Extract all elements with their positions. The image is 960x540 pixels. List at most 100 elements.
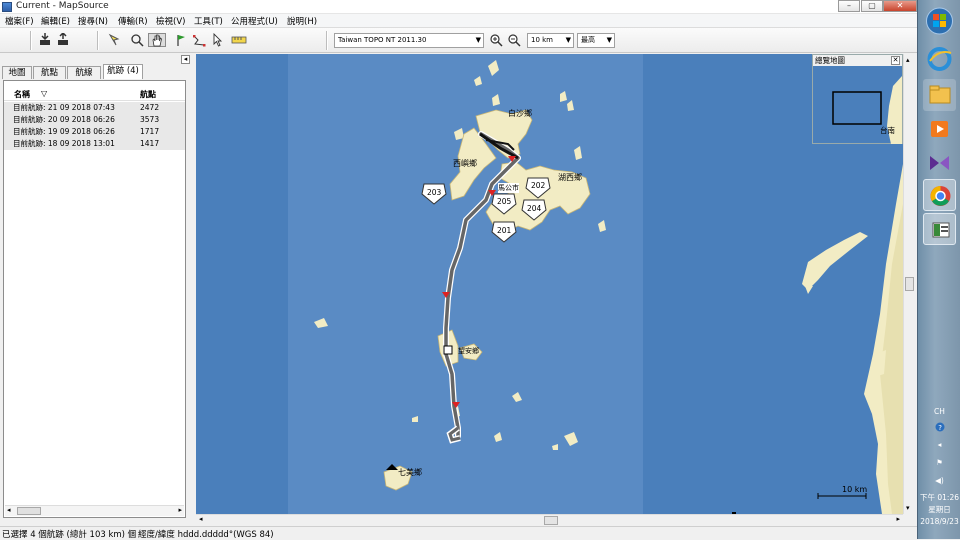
- selection-tool-icon[interactable]: [106, 33, 122, 47]
- list-header: 名稱 ▽ 航點: [4, 89, 185, 101]
- route-tool-icon[interactable]: [191, 33, 207, 47]
- file-explorer-icon[interactable]: [923, 79, 956, 111]
- menu-tools[interactable]: 工具(T): [194, 15, 223, 27]
- table-row[interactable]: 目前航跡: 21 09 2018 07:43 2472: [4, 102, 185, 114]
- volume-icon[interactable]: ◀): [918, 476, 960, 485]
- map-label-xiyu: 西嶼鄉: [453, 159, 477, 168]
- list-horizontal-scrollbar[interactable]: ◂ ▸: [5, 505, 184, 516]
- track-points: 2472: [140, 103, 160, 112]
- svg-text:?: ?: [938, 424, 942, 432]
- zoom-tool-icon[interactable]: [129, 33, 145, 47]
- table-row[interactable]: 目前航跡: 19 09 2018 06:26 1717: [4, 126, 185, 138]
- tab-routes[interactable]: 航線: [67, 66, 101, 79]
- clock-time[interactable]: 下午 01:26: [918, 492, 960, 503]
- toolbar-separator: [30, 31, 32, 50]
- toolbar-separator: [97, 31, 99, 50]
- toolbar: Taiwan TOPO NT 2011.30 ▼ 10 km ▼ 最高 ▼: [0, 28, 917, 53]
- route-number: 205: [497, 197, 512, 206]
- clock-weekday: 星期日: [928, 505, 951, 514]
- windows-taskbar: CH ? ◂ ⚑ ◀) 下午 01:26 星期日 2018/9/23: [917, 0, 960, 539]
- track-name: 目前航跡: 19 09 2018 06:26: [13, 127, 115, 136]
- overview-viewport-box: [832, 91, 882, 125]
- help-icon[interactable]: ?: [918, 422, 960, 434]
- mapsource-window: Current - MapSource – ▢ ✕ 檔案(F) 編輯(E) 搜尋…: [0, 0, 917, 540]
- map-product-value: Taiwan TOPO NT 2011.30: [338, 36, 427, 44]
- zoom-level-select[interactable]: 10 km ▼: [527, 33, 574, 48]
- column-name[interactable]: 名稱: [14, 89, 30, 100]
- clock-date: 2018/9/23: [920, 517, 959, 526]
- overview-map-title: 總覽地圖 ✕: [813, 55, 902, 66]
- menu-file[interactable]: 檔案(F): [5, 15, 34, 27]
- route-number: 202: [531, 181, 546, 190]
- receive-from-device-icon[interactable]: [37, 33, 53, 47]
- app-icon: [2, 2, 12, 12]
- scroll-up-icon[interactable]: ▴: [906, 56, 910, 64]
- map-product-select[interactable]: Taiwan TOPO NT 2011.30 ▼: [334, 33, 484, 48]
- track-points: 1417: [140, 139, 160, 148]
- tab-maps[interactable]: 地圖: [2, 66, 32, 79]
- menu-edit[interactable]: 編輯(E): [41, 15, 70, 27]
- measure-distance-icon[interactable]: [231, 33, 247, 47]
- show-hidden-icons[interactable]: ◂: [918, 440, 960, 449]
- chrome-icon[interactable]: [923, 179, 956, 211]
- track-name: 目前航跡: 20 09 2018 06:26: [13, 115, 115, 124]
- track-name: 目前航跡: 18 09 2018 13:01: [13, 139, 115, 148]
- table-row[interactable]: 目前航跡: 18 09 2018 13:01 1417: [4, 138, 185, 150]
- tab-waypoints[interactable]: 航點: [33, 66, 66, 79]
- table-row[interactable]: 目前航跡: 20 09 2018 06:26 3573: [4, 114, 185, 126]
- close-button[interactable]: ✕: [883, 0, 917, 12]
- toolbar-separator: [326, 31, 328, 50]
- scroll-thumb[interactable]: [17, 507, 41, 515]
- status-bar: 已選擇 4 個航跡 (總計 103 km) 個 經度/緯度 hddd.ddddd…: [0, 526, 917, 540]
- scroll-left-icon[interactable]: ◂: [199, 515, 203, 523]
- column-points[interactable]: 航點: [140, 89, 156, 100]
- menu-help[interactable]: 說明(H): [287, 15, 317, 27]
- menu-transfer[interactable]: 傳輸(R): [118, 15, 148, 27]
- title-bar: Current - MapSource – ▢ ✕: [0, 0, 917, 14]
- menu-view[interactable]: 檢視(V): [156, 15, 185, 27]
- map-scale-label: 10 km: [842, 485, 868, 494]
- scroll-thumb[interactable]: [544, 516, 558, 525]
- zoom-out-icon[interactable]: [506, 33, 522, 47]
- overview-map-panel[interactable]: 總覽地圖 ✕ 台南: [812, 54, 903, 144]
- pointer-tool-icon[interactable]: [209, 32, 225, 47]
- detail-level-value: 最高: [581, 36, 595, 44]
- sandbar: [802, 232, 868, 290]
- track-points: 1717: [140, 127, 160, 136]
- route-number: 203: [427, 188, 442, 197]
- zoom-in-icon[interactable]: [488, 33, 504, 47]
- media-player-icon[interactable]: [923, 113, 956, 145]
- mapsource-taskbar-icon[interactable]: [923, 213, 956, 245]
- map-view[interactable]: 白沙鄉 西嶼鄉 馬公市 湖西鄉 望安鄉 七美鄉 203 202 205 204 …: [196, 54, 903, 514]
- map-vertical-scrollbar[interactable]: ▴ ▾: [903, 54, 915, 514]
- minimize-button[interactable]: –: [838, 0, 860, 12]
- map-horizontal-scrollbar[interactable]: ◂ ▸: [196, 514, 903, 526]
- input-language-indicator[interactable]: CH: [918, 407, 960, 416]
- close-icon[interactable]: ✕: [891, 56, 900, 65]
- maximize-button[interactable]: ▢: [861, 0, 883, 12]
- detail-level-select[interactable]: 最高 ▼: [577, 33, 615, 48]
- overview-map-title-text: 總覽地圖: [815, 56, 845, 65]
- pan-hand-tool-icon[interactable]: [148, 33, 166, 47]
- menu-search[interactable]: 搜尋(N): [78, 15, 108, 27]
- send-to-device-icon[interactable]: [55, 31, 71, 47]
- map-canvas: [288, 54, 903, 514]
- scroll-right-icon[interactable]: ▸: [896, 515, 900, 523]
- internet-explorer-icon[interactable]: [923, 43, 956, 75]
- menu-utilities[interactable]: 公用程式(U): [231, 15, 278, 27]
- left-panel: ◂ 地圖 航點 航線 航跡 (4) 名稱 ▽ 航點 目前航跡: 21 09 20…: [0, 53, 193, 526]
- scroll-right-icon[interactable]: ▸: [178, 506, 182, 514]
- action-center-flag-icon[interactable]: ⚑: [918, 458, 960, 467]
- route-number: 204: [527, 204, 542, 213]
- sort-arrow-icon: ▽: [41, 89, 48, 98]
- tab-tracks[interactable]: 航跡 (4): [103, 64, 143, 79]
- overview-label-tainan: 台南: [880, 126, 895, 135]
- scroll-thumb[interactable]: [905, 277, 914, 291]
- visual-studio-icon[interactable]: [923, 147, 956, 179]
- map-label-wangan: 望安鄉: [458, 347, 479, 355]
- scroll-down-icon[interactable]: ▾: [906, 504, 910, 512]
- start-button[interactable]: [923, 5, 956, 37]
- panel-pin-icon[interactable]: ◂: [181, 55, 190, 64]
- waypoint-tool-icon[interactable]: [173, 33, 189, 47]
- scroll-left-icon[interactable]: ◂: [7, 506, 11, 514]
